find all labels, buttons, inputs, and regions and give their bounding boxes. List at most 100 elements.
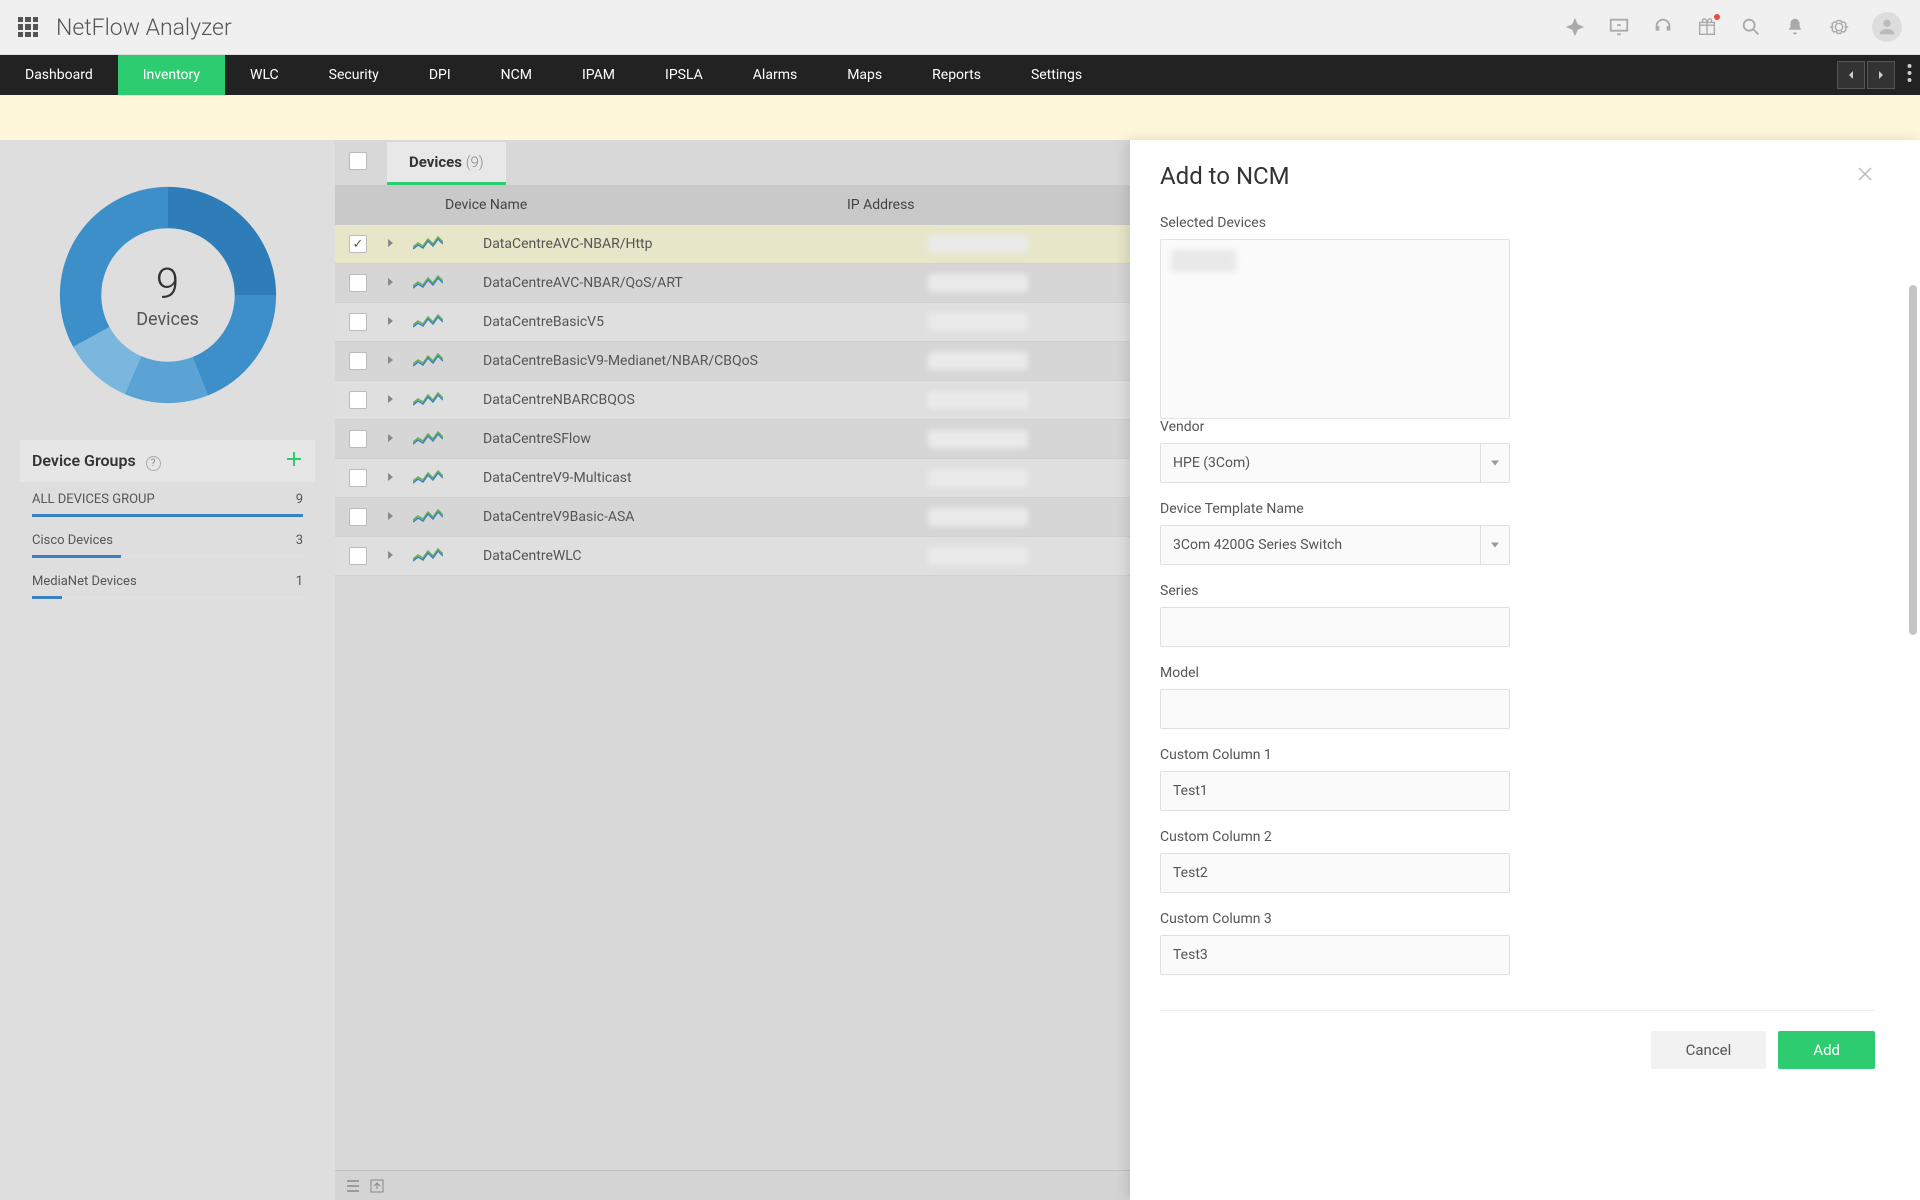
device-group-bar — [32, 596, 303, 599]
device-group-bar — [32, 514, 303, 517]
nav-ncm[interactable]: NCM — [476, 55, 557, 95]
list-view-icon[interactable] — [345, 1178, 361, 1194]
nav-settings[interactable]: Settings — [1006, 55, 1107, 95]
monitor-icon[interactable] — [1608, 16, 1630, 38]
add-button[interactable]: Add — [1778, 1031, 1875, 1069]
sparkline-icon[interactable] — [413, 545, 483, 567]
ip-cell — [928, 274, 1028, 292]
panel-title: Add to NCM — [1160, 162, 1290, 190]
vendor-dropdown[interactable]: HPE (3Com) — [1160, 443, 1510, 483]
row-checkbox[interactable] — [349, 352, 367, 370]
row-checkbox[interactable] — [349, 469, 367, 487]
nav-prev-icon[interactable] — [1837, 61, 1865, 89]
expand-icon[interactable] — [387, 548, 395, 564]
device-name-cell: DataCentreWLC — [483, 548, 928, 564]
sparkline-icon[interactable] — [413, 428, 483, 450]
expand-icon[interactable] — [387, 353, 395, 369]
ip-cell — [928, 508, 1028, 526]
col-device-name[interactable]: Device Name — [387, 197, 847, 213]
row-checkbox[interactable] — [349, 508, 367, 526]
rocket-icon[interactable] — [1564, 16, 1586, 38]
panel-divider — [1160, 1010, 1875, 1011]
ip-cell — [928, 313, 1028, 331]
device-groups-header: Device Groups ? — [20, 440, 315, 482]
nav-security[interactable]: Security — [304, 55, 404, 95]
template-dropdown[interactable]: 3Com 4200G Series Switch — [1160, 525, 1510, 565]
devices-donut-chart[interactable]: 9 Devices — [53, 180, 283, 410]
device-name-cell: DataCentreBasicV9-Medianet/NBAR/CBQoS — [483, 353, 928, 369]
row-checkbox[interactable] — [349, 235, 367, 253]
nav-next-icon[interactable] — [1867, 61, 1895, 89]
expand-icon[interactable] — [387, 275, 395, 291]
add-to-ncm-panel: Add to NCM Selected Devices Vendor HPE (… — [1130, 140, 1920, 1200]
nav-dpi[interactable]: DPI — [404, 55, 476, 95]
sparkline-icon[interactable] — [413, 350, 483, 372]
nav-dashboard[interactable]: Dashboard — [0, 55, 118, 95]
row-checkbox[interactable] — [349, 274, 367, 292]
series-label: Series — [1160, 583, 1510, 599]
gift-icon[interactable] — [1696, 16, 1718, 38]
nav-maps[interactable]: Maps — [822, 55, 907, 95]
ip-cell — [928, 352, 1028, 370]
expand-icon[interactable] — [387, 392, 395, 408]
nav-inventory[interactable]: Inventory — [118, 55, 225, 95]
vendor-label: Vendor — [1160, 419, 1510, 435]
nav-wlc[interactable]: WLC — [225, 55, 304, 95]
select-all-checkbox[interactable] — [349, 152, 367, 170]
expand-icon[interactable] — [387, 314, 395, 330]
expand-icon[interactable] — [387, 236, 395, 252]
device-name-cell: DataCentreNBARCBQOS — [483, 392, 928, 408]
device-name-cell: DataCentreAVC-NBAR/QoS/ART — [483, 275, 928, 291]
cancel-button[interactable]: Cancel — [1651, 1031, 1767, 1069]
sparkline-icon[interactable] — [413, 272, 483, 294]
ip-cell — [928, 547, 1028, 565]
device-group-bar — [32, 555, 303, 558]
row-checkbox[interactable] — [349, 430, 367, 448]
nav-reports[interactable]: Reports — [907, 55, 1006, 95]
sparkline-icon[interactable] — [413, 506, 483, 528]
kebab-menu-icon[interactable] — [1907, 63, 1912, 87]
gear-icon[interactable] — [1828, 16, 1850, 38]
selected-device-chip[interactable] — [1171, 250, 1236, 272]
sidebar: 9 Devices Device Groups ? ALL DEVICES GR… — [0, 140, 335, 1200]
user-avatar[interactable] — [1872, 12, 1902, 42]
cc3-label: Custom Column 3 — [1160, 911, 1510, 927]
bell-icon[interactable] — [1784, 16, 1806, 38]
device-group-item[interactable]: ALL DEVICES GROUP9 — [20, 482, 315, 511]
expand-icon[interactable] — [387, 509, 395, 525]
nav-ipsla[interactable]: IPSLA — [640, 55, 728, 95]
ip-cell — [928, 391, 1028, 409]
help-icon[interactable]: ? — [146, 456, 161, 471]
sparkline-icon[interactable] — [413, 233, 483, 255]
add-group-icon[interactable] — [285, 450, 303, 472]
nav-alarms[interactable]: Alarms — [728, 55, 822, 95]
row-checkbox[interactable] — [349, 547, 367, 565]
sparkline-icon[interactable] — [413, 311, 483, 333]
row-checkbox[interactable] — [349, 391, 367, 409]
sparkline-icon[interactable] — [413, 389, 483, 411]
search-icon[interactable] — [1740, 16, 1762, 38]
sparkline-icon[interactable] — [413, 467, 483, 489]
cc2-input[interactable] — [1160, 853, 1510, 893]
apps-grid-icon[interactable] — [18, 17, 38, 37]
app-title: NetFlow Analyzer — [56, 14, 232, 41]
export-icon[interactable] — [369, 1178, 385, 1194]
expand-icon[interactable] — [387, 431, 395, 447]
cc3-input[interactable] — [1160, 935, 1510, 975]
close-icon[interactable] — [1855, 164, 1875, 188]
nav-ipam[interactable]: IPAM — [557, 55, 640, 95]
tab-devices[interactable]: Devices (9) — [387, 142, 506, 185]
device-group-item[interactable]: Cisco Devices3 — [20, 523, 315, 552]
ip-cell — [928, 469, 1028, 487]
device-group-item[interactable]: MediaNet Devices1 — [20, 564, 315, 593]
model-input[interactable] — [1160, 689, 1510, 729]
panel-scrollbar[interactable] — [1909, 285, 1917, 635]
expand-icon[interactable] — [387, 470, 395, 486]
device-name-cell: DataCentreV9-Multicast — [483, 470, 928, 486]
cc1-input[interactable] — [1160, 771, 1510, 811]
headset-icon[interactable] — [1652, 16, 1674, 38]
series-input[interactable] — [1160, 607, 1510, 647]
row-checkbox[interactable] — [349, 313, 367, 331]
app-header: NetFlow Analyzer — [0, 0, 1920, 55]
device-name-cell: DataCentreBasicV5 — [483, 314, 928, 330]
